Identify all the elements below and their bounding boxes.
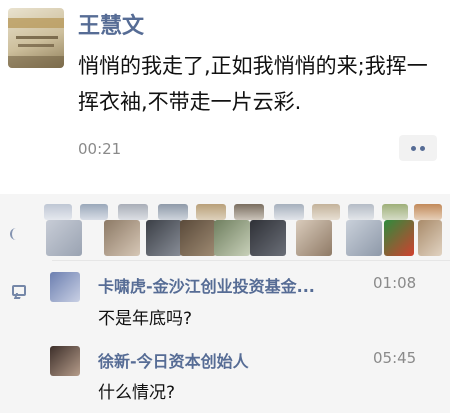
like-avatar[interactable]	[80, 204, 108, 220]
moment-post: 王慧文 悄悄的我走了,正如我悄悄的来;我挥一挥衣袖,不带走一片云彩. 00:21	[0, 0, 450, 194]
like-avatar[interactable]	[196, 204, 226, 220]
like-avatar[interactable]	[146, 220, 182, 256]
like-avatar[interactable]	[250, 220, 286, 256]
likes-divider	[52, 260, 450, 261]
interaction-panel: 卡啸虎-金沙江创业投资基金... 01:08 不是年底吗? 徐新-今日资本创始人…	[0, 194, 450, 413]
like-avatar[interactable]	[180, 220, 216, 256]
likes-row	[0, 200, 450, 262]
author-avatar[interactable]	[8, 8, 64, 68]
like-avatar[interactable]	[414, 204, 442, 220]
comment-avatar[interactable]	[50, 346, 80, 376]
comment-text: 不是年底吗?	[98, 309, 193, 329]
like-avatar[interactable]	[384, 220, 414, 256]
comment-timestamp: 01:08	[373, 274, 417, 292]
comment-text: 什么情况?	[98, 383, 176, 403]
like-avatar[interactable]	[46, 220, 82, 256]
like-avatar[interactable]	[158, 204, 188, 220]
like-avatar[interactable]	[382, 204, 408, 220]
post-timestamp: 00:21	[78, 140, 122, 158]
more-dots-icon	[420, 145, 425, 151]
more-dots-icon	[411, 145, 416, 151]
like-avatar[interactable]	[348, 204, 374, 220]
comment-timestamp: 05:45	[373, 349, 417, 367]
comment-author-name[interactable]: 徐新-今日资本创始人	[98, 348, 249, 372]
like-avatar[interactable]	[234, 204, 264, 220]
like-avatar[interactable]	[274, 204, 304, 220]
like-avatar[interactable]	[214, 220, 250, 256]
like-avatar[interactable]	[296, 220, 332, 256]
comment-avatar[interactable]	[50, 272, 80, 302]
like-avatar[interactable]	[118, 204, 148, 220]
post-body-text: 悄悄的我走了,正如我悄悄的来;我挥一挥衣袖,不带走一片云彩.	[78, 54, 428, 114]
like-icon	[10, 228, 20, 240]
like-avatar[interactable]	[104, 220, 140, 256]
post-author-name[interactable]: 王慧文	[78, 8, 144, 40]
like-avatar[interactable]	[44, 204, 72, 220]
like-avatar[interactable]	[418, 220, 442, 256]
like-avatar[interactable]	[346, 220, 382, 256]
more-options-button[interactable]	[399, 135, 437, 161]
comment-author-name[interactable]: 卡啸虎-金沙江创业投资基金...	[98, 273, 315, 297]
like-avatar[interactable]	[312, 204, 340, 220]
comment-icon	[12, 285, 26, 296]
